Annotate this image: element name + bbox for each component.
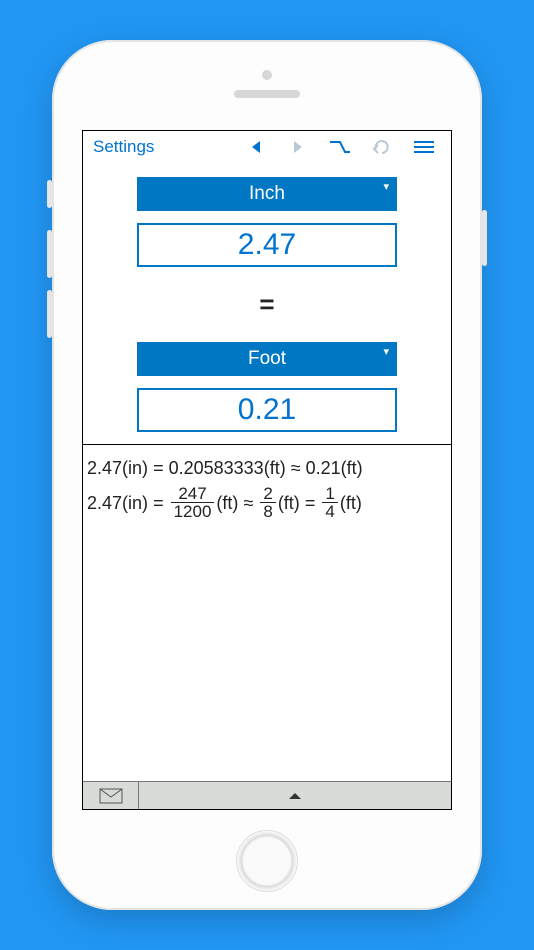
- to-unit-select[interactable]: Foot: [137, 342, 397, 376]
- swap-units-button[interactable]: [319, 133, 361, 161]
- menu-button[interactable]: [403, 133, 445, 161]
- settings-button[interactable]: Settings: [89, 137, 158, 157]
- front-camera: [262, 70, 272, 80]
- equals-sign: =: [259, 289, 274, 320]
- fraction: 247 1200: [171, 485, 215, 520]
- detail-line-fraction: 2.47 (in) = 247 1200 (ft) ≈ 2 8 (ft) = 1: [87, 485, 447, 520]
- undo-button[interactable]: [361, 133, 403, 161]
- fraction-numerator: 2: [260, 485, 275, 502]
- triangle-right-icon: [293, 140, 303, 154]
- fraction-denominator: 1200: [171, 502, 215, 520]
- swap-icon: [329, 140, 351, 154]
- to-unit-label: Foot: [248, 348, 286, 370]
- mute-switch: [47, 180, 52, 208]
- from-value-text: 2.47: [238, 228, 296, 262]
- detail-text: 2.47: [87, 451, 122, 485]
- top-toolbar: Settings: [83, 131, 451, 163]
- hamburger-icon: [414, 141, 434, 153]
- fraction: 2 8: [260, 485, 275, 520]
- calculation-details: 2.47 (in) = 0.20583333 (ft) ≈ 0.21 (ft) …: [83, 444, 451, 781]
- volume-up-button: [47, 230, 52, 278]
- detail-text: =: [305, 486, 316, 520]
- phone-frame: Settings Inch 2.47: [52, 40, 482, 910]
- expand-keypad-button[interactable]: [139, 782, 451, 809]
- from-value-input[interactable]: 2.47: [137, 223, 397, 267]
- from-unit-label: Inch: [249, 183, 285, 205]
- home-button: [236, 830, 298, 892]
- history-back-button[interactable]: [235, 133, 277, 161]
- undo-icon: [372, 140, 392, 154]
- detail-text: (ft): [341, 451, 363, 485]
- detail-text: ≈: [291, 451, 301, 485]
- bottom-toolbar: [83, 781, 451, 809]
- fraction-numerator: 1: [322, 485, 337, 502]
- detail-text: (ft): [278, 486, 300, 520]
- power-button: [482, 210, 487, 266]
- triangle-up-icon: [288, 792, 302, 800]
- fraction-denominator: 8: [260, 502, 275, 520]
- detail-text: 0.20583333: [169, 451, 264, 485]
- share-mail-button[interactable]: [83, 782, 139, 809]
- detail-text: ≈: [243, 486, 253, 520]
- detail-text: (in): [122, 486, 148, 520]
- conversion-panel: Inch 2.47 = Foot 0.21: [83, 163, 451, 444]
- to-value-text: 0.21: [238, 393, 296, 427]
- detail-line-decimal: 2.47 (in) = 0.20583333 (ft) ≈ 0.21 (ft): [87, 451, 447, 485]
- from-unit-select[interactable]: Inch: [137, 177, 397, 211]
- detail-text: 0.21: [306, 451, 341, 485]
- detail-text: (ft): [264, 451, 286, 485]
- detail-text: =: [153, 486, 164, 520]
- earpiece-speaker: [234, 90, 300, 98]
- fraction: 1 4: [322, 485, 337, 520]
- to-value-output: 0.21: [137, 388, 397, 432]
- detail-text: (ft): [216, 486, 238, 520]
- fraction-numerator: 247: [175, 485, 209, 502]
- fraction-denominator: 4: [322, 502, 337, 520]
- detail-text: 2.47: [87, 486, 122, 520]
- detail-text: (ft): [340, 486, 362, 520]
- mail-icon: [99, 788, 123, 804]
- detail-text: (in): [122, 451, 148, 485]
- app-screen: Settings Inch 2.47: [82, 130, 452, 810]
- triangle-left-icon: [251, 140, 261, 154]
- detail-text: =: [153, 451, 164, 485]
- history-forward-button[interactable]: [277, 133, 319, 161]
- volume-down-button: [47, 290, 52, 338]
